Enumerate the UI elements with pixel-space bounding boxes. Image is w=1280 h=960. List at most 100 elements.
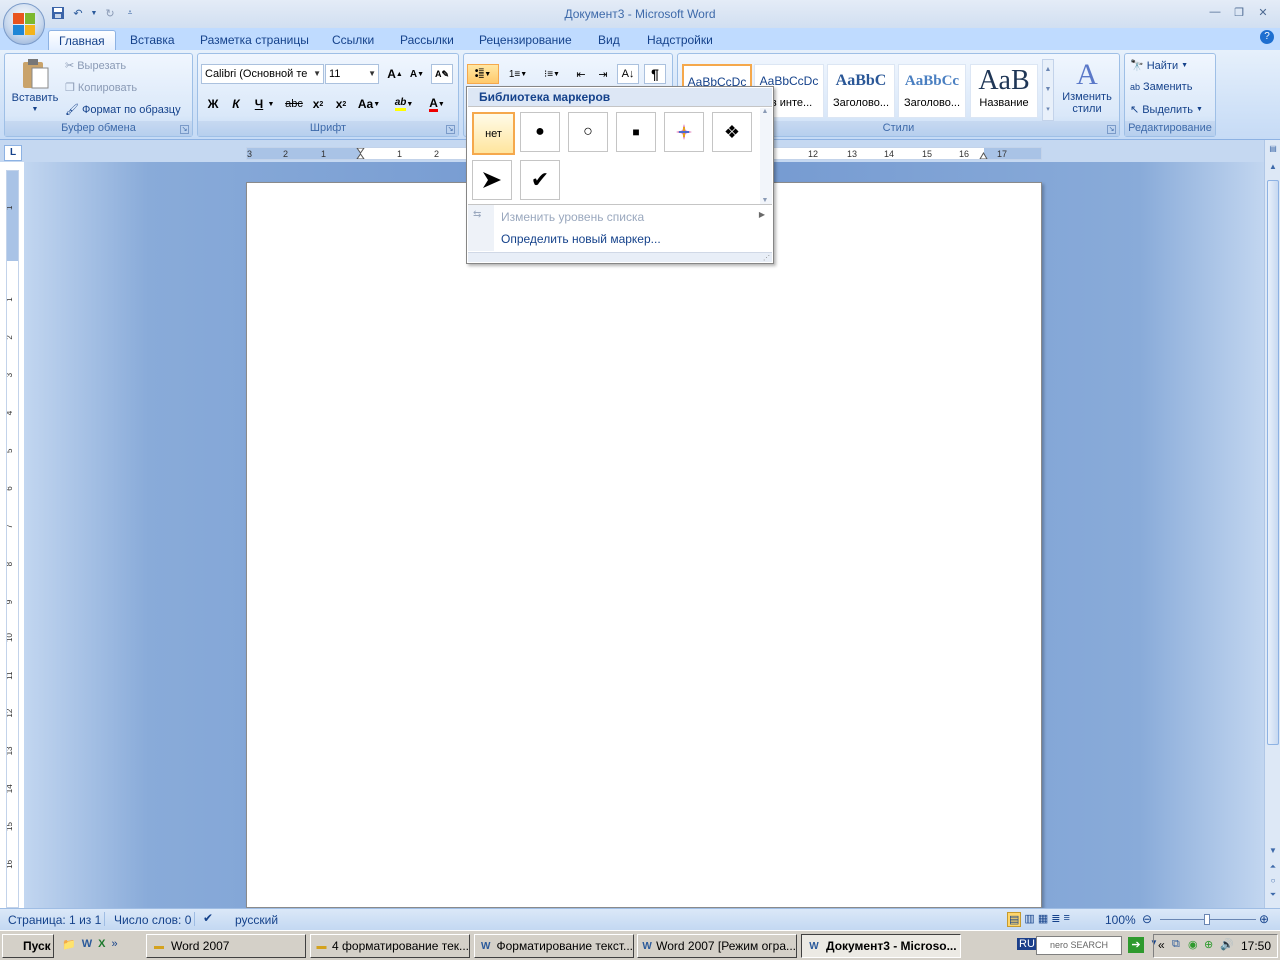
bullet-diamond-cluster[interactable]: ❖	[712, 112, 752, 152]
tab-references[interactable]: Ссылки	[322, 30, 384, 50]
word-quick-launch-icon[interactable]: W	[82, 938, 92, 951]
numbering-button[interactable]: 1≡ ▼	[502, 64, 534, 84]
superscript-button[interactable]: x2	[330, 94, 352, 114]
clear-formatting-icon[interactable]: A✎	[431, 64, 453, 84]
bullet-square[interactable]: ■	[616, 112, 656, 152]
popup-scroll-down-icon[interactable]: ▼	[760, 197, 770, 204]
define-new-bullet-item[interactable]: Определить новый маркер...	[501, 232, 661, 246]
prev-page-icon[interactable]: ⏶	[1267, 862, 1279, 876]
tab-selector-icon[interactable]: L	[4, 145, 22, 161]
format-painter-button[interactable]: 🖌 Формат по образцу	[65, 103, 181, 117]
draft-view-icon[interactable]: ≡	[1063, 912, 1069, 927]
taskbar-item-formatting-doc[interactable]: W Форматирование текст...	[474, 934, 634, 958]
nero-search-box[interactable]: nero SEARCH	[1036, 936, 1122, 955]
help-icon[interactable]: ?	[1260, 30, 1274, 44]
font-size-combo[interactable]: 11 ▼	[325, 64, 379, 84]
minimize-icon[interactable]: —	[1204, 3, 1226, 21]
volume-icon[interactable]: 🔊	[1220, 938, 1234, 951]
style-heading-2[interactable]: AaBbCc Заголово...	[898, 64, 966, 118]
next-page-icon[interactable]: ⏷	[1267, 890, 1279, 904]
quick-launch-more-icon[interactable]: »	[111, 938, 117, 951]
subscript-button[interactable]: x2	[307, 94, 329, 114]
bullet-library-scrollbar[interactable]: ▲ ▼	[760, 108, 772, 204]
popup-resize-grip[interactable]: ⋰	[468, 252, 772, 262]
word-count[interactable]: Число слов: 0	[114, 913, 191, 927]
italic-button[interactable]: К	[225, 94, 247, 114]
zoom-in-icon[interactable]: ⊕	[1259, 912, 1269, 926]
tab-insert[interactable]: Вставка	[120, 30, 185, 50]
clipboard-dialog-launcher-icon[interactable]: ↘	[180, 125, 189, 134]
shrink-font-button[interactable]: A ▼	[406, 64, 428, 84]
scrollbar-thumb[interactable]	[1267, 180, 1279, 745]
bullet-filled-circle[interactable]: ●	[520, 112, 560, 152]
taskbar-item-formatting-folder[interactable]: ▬ 4 форматирование тек...	[310, 934, 470, 958]
excel-quick-launch-icon[interactable]: X	[98, 938, 105, 951]
document-page[interactable]	[246, 182, 1042, 908]
find-button[interactable]: 🔭 Найти ▼	[1130, 59, 1188, 73]
antivirus-icon[interactable]: ◉	[1188, 938, 1198, 951]
tab-mailings[interactable]: Рассылки	[390, 30, 464, 50]
underline-dropdown-icon[interactable]: ▼	[267, 94, 275, 114]
explorer-quick-launch-icon[interactable]: 📁	[62, 938, 76, 951]
show-marks-icon[interactable]: ¶	[644, 64, 666, 84]
maximize-icon[interactable]: ❐	[1228, 3, 1250, 21]
bullet-checkmark[interactable]: ✔	[520, 160, 560, 200]
change-case-button[interactable]: Aa ▼	[355, 94, 383, 114]
scroll-up-icon[interactable]: ▲	[1267, 162, 1279, 176]
decrease-indent-icon[interactable]: ⇤	[570, 64, 592, 84]
increase-indent-icon[interactable]: ⇥	[592, 64, 614, 84]
popup-scroll-up-icon[interactable]: ▲	[760, 108, 770, 115]
bullets-button[interactable]: •≡ •≡ ▼	[467, 64, 499, 84]
web-layout-icon[interactable]: ▦	[1038, 912, 1048, 927]
tab-home[interactable]: Главная	[48, 30, 116, 50]
bullet-none[interactable]: нет	[472, 112, 515, 155]
network-icon[interactable]: ⧉	[1172, 938, 1180, 951]
search-go-icon[interactable]: ➔	[1128, 937, 1144, 953]
ruler-toggle-icon[interactable]: ▤	[1267, 144, 1279, 158]
font-dialog-launcher-icon[interactable]: ↘	[446, 125, 455, 134]
style-heading-1[interactable]: AaBbC Заголово...	[827, 64, 895, 118]
font-name-combo[interactable]: Calibri (Основной те ▼	[201, 64, 324, 84]
strikethrough-button[interactable]: abc	[283, 94, 305, 114]
sort-icon[interactable]: A↓	[617, 64, 639, 84]
highlight-button[interactable]: ab ▼	[390, 94, 418, 114]
zoom-out-icon[interactable]: ⊖	[1142, 912, 1152, 926]
cut-button[interactable]: ✂ Вырезать	[65, 59, 126, 73]
full-screen-reading-icon[interactable]: ▥	[1024, 912, 1034, 927]
paste-button[interactable]: Вставить ▼	[9, 58, 61, 113]
font-color-button[interactable]: A ▼	[423, 94, 451, 114]
taskbar-item-word-2007-restricted[interactable]: W Word 2007 [Режим огра...	[637, 934, 797, 958]
grow-font-button[interactable]: A ▲	[384, 64, 406, 84]
tab-review[interactable]: Рецензирование	[469, 30, 582, 50]
select-button[interactable]: ↖ Выделить ▼	[1130, 103, 1203, 117]
bold-button[interactable]: Ж	[202, 94, 224, 114]
outline-view-icon[interactable]: ≣	[1051, 912, 1060, 927]
proofing-icon[interactable]: ✔	[203, 911, 213, 925]
vertical-scrollbar[interactable]: ▤ ▲ ▼ ⏶ ○ ⏷	[1264, 140, 1280, 908]
tab-page-layout[interactable]: Разметка страницы	[190, 30, 319, 50]
tab-addins[interactable]: Надстройки	[637, 30, 723, 50]
bullet-star[interactable]	[664, 112, 704, 152]
replace-button[interactable]: ab Заменить	[1130, 81, 1192, 93]
zoom-level[interactable]: 100%	[1105, 913, 1136, 927]
copy-button[interactable]: ❐ Копировать	[65, 81, 137, 95]
print-layout-view-icon[interactable]: ▤	[1007, 912, 1022, 927]
change-styles-button[interactable]: A Изменить стили	[1059, 59, 1115, 116]
vertical-ruler[interactable]: 112345678910111213141516	[6, 170, 19, 908]
change-list-level-item[interactable]: Изменить уровень списка	[501, 210, 644, 224]
start-button[interactable]: Пуск	[2, 934, 54, 958]
update-icon[interactable]: ⊕	[1204, 938, 1213, 951]
close-icon[interactable]: ✕	[1252, 3, 1274, 21]
office-button[interactable]	[3, 3, 45, 45]
browse-object-icon[interactable]: ○	[1267, 876, 1279, 890]
styles-dialog-launcher-icon[interactable]: ↘	[1107, 125, 1116, 134]
language-indicator[interactable]: русский	[235, 913, 278, 927]
language-bar[interactable]: RU	[1017, 938, 1037, 950]
multilevel-list-button[interactable]: ⁝≡ ▼	[536, 64, 568, 84]
scroll-down-icon[interactable]: ▼	[1267, 846, 1279, 860]
zoom-slider-thumb[interactable]	[1204, 914, 1210, 925]
taskbar-item-document3[interactable]: W Документ3 - Microso...	[801, 934, 961, 958]
bullet-arrowhead[interactable]	[472, 160, 512, 200]
tab-view[interactable]: Вид	[588, 30, 630, 50]
tray-expand-icon[interactable]: «	[1158, 938, 1165, 952]
